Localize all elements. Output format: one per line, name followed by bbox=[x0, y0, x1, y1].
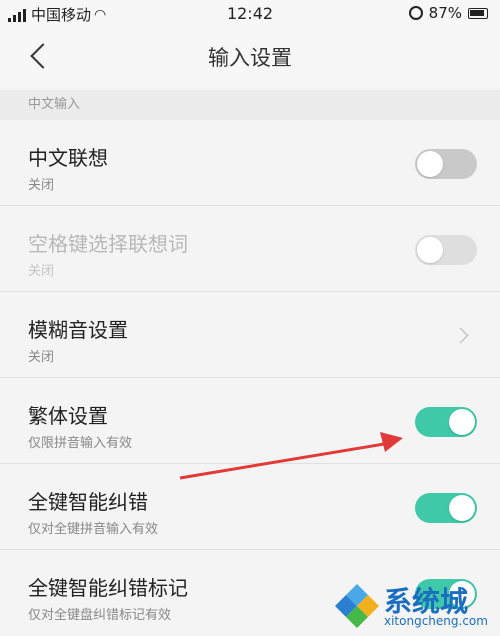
setting-row-space-select: 空格键选择联想词 关闭 bbox=[0, 206, 500, 292]
setting-row-chinese-association[interactable]: 中文联想 关闭 bbox=[0, 120, 500, 206]
setting-title: 全键智能纠错 bbox=[28, 490, 148, 514]
status-right: 87% bbox=[408, 4, 488, 22]
space-select-toggle bbox=[415, 235, 477, 265]
toggle-knob bbox=[449, 409, 475, 435]
setting-subtitle: 仅对全键拼音输入有效 bbox=[28, 522, 159, 537]
setting-title: 中文联想 bbox=[28, 146, 108, 170]
setting-subtitle: 关闭 bbox=[28, 178, 55, 193]
toggle-knob bbox=[449, 495, 475, 521]
watermark-url: xitongcheng.com bbox=[384, 614, 488, 628]
toggle-knob bbox=[417, 151, 443, 177]
setting-subtitle: 关闭 bbox=[28, 264, 55, 279]
setting-subtitle: 仅对全键盘纠错标记有效 bbox=[28, 608, 172, 623]
battery-icon bbox=[468, 7, 488, 19]
setting-subtitle: 仅限拼音输入有效 bbox=[28, 436, 133, 451]
setting-title: 空格键选择联想词 bbox=[28, 232, 188, 256]
chinese-association-toggle[interactable] bbox=[415, 149, 477, 179]
setting-row-smart-correction[interactable]: 全键智能纠错 仅对全键拼音输入有效 bbox=[0, 464, 500, 550]
battery-label: 87% bbox=[428, 4, 462, 22]
setting-row-traditional[interactable]: 繁体设置 仅限拼音输入有效 bbox=[0, 378, 500, 464]
watermark-logo-icon bbox=[335, 584, 379, 628]
setting-title: 模糊音设置 bbox=[28, 318, 128, 342]
section-header: 中文输入 bbox=[0, 90, 500, 120]
status-bar: 中国移动 ◠ 12:42 87% bbox=[0, 0, 500, 28]
app-header: 输入设置 bbox=[0, 28, 500, 88]
settings-list: 中文联想 关闭 空格键选择联想词 关闭 模糊音设置 关闭 繁体设置 仅限拼音输入… bbox=[0, 120, 500, 636]
setting-title: 繁体设置 bbox=[28, 404, 108, 428]
setting-row-fuzzy-pinyin[interactable]: 模糊音设置 关闭 bbox=[0, 292, 500, 378]
alarm-icon bbox=[408, 6, 423, 20]
setting-subtitle: 关闭 bbox=[28, 350, 55, 365]
smart-correction-toggle[interactable] bbox=[415, 493, 477, 523]
setting-title: 全键智能纠错标记 bbox=[28, 576, 188, 600]
chevron-right-icon bbox=[452, 327, 469, 344]
watermark: 系统城 xitongcheng.com bbox=[334, 578, 494, 632]
page-title: 输入设置 bbox=[208, 46, 292, 70]
toggle-knob bbox=[417, 237, 443, 263]
traditional-toggle[interactable] bbox=[415, 407, 477, 437]
